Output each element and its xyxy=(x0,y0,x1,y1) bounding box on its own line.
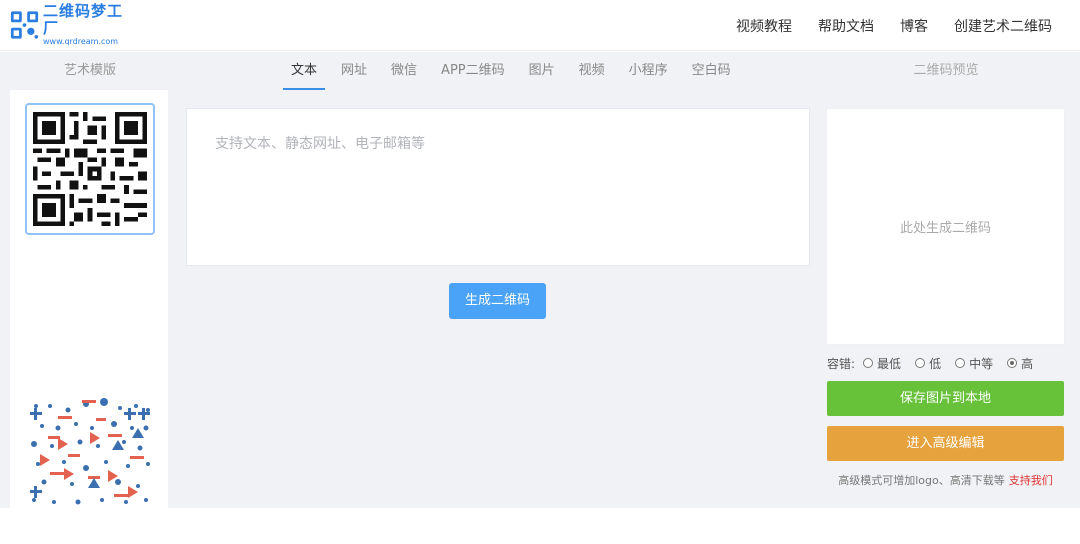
nav-help-docs[interactable]: 帮助文档 xyxy=(818,16,874,36)
qr-logo-icon xyxy=(10,11,39,39)
save-image-button[interactable]: 保存图片到本地 xyxy=(827,381,1064,416)
radio-selected-icon xyxy=(1007,358,1018,368)
preview-label: 二维码预览 xyxy=(913,63,979,78)
hint-text: 高级模式可增加logo、高清下载等 xyxy=(838,474,1005,487)
tab-video[interactable]: 视频 xyxy=(571,52,613,90)
advanced-hint: 高级模式可增加logo、高清下载等 支持我们 xyxy=(827,472,1064,488)
nav-video-tutorial[interactable]: 视频教程 xyxy=(736,16,792,36)
generate-qr-button[interactable]: 生成二维码 xyxy=(449,283,546,319)
radio-icon xyxy=(863,358,874,368)
art-template-label: 艺术模版 xyxy=(63,63,116,78)
ec-option-high[interactable]: 高 xyxy=(1007,355,1033,372)
tab-text[interactable]: 文本 xyxy=(283,52,326,90)
content-type-tabs: 文本 网址 微信 APP二维码 图片 视频 小程序 空白码 xyxy=(283,52,747,90)
radio-icon xyxy=(915,358,926,368)
main-area: 生成二维码 此处生成二维码 容错: 最低 低 中等 高 保存图片到本地 进入高级… xyxy=(0,90,1080,508)
qr-preview-box: 此处生成二维码 xyxy=(826,108,1065,345)
template-item-classic[interactable] xyxy=(25,103,155,235)
radio-icon xyxy=(955,358,966,368)
nav-blog[interactable]: 博客 xyxy=(900,16,928,36)
top-nav: 视频教程 帮助文档 博客 创建艺术二维码 xyxy=(736,0,1052,51)
tab-bar: 艺术模版 文本 网址 微信 APP二维码 图片 视频 小程序 空白码 二维码预览 xyxy=(0,52,1080,90)
tab-blank-code[interactable]: 空白码 xyxy=(684,52,739,90)
ec-option-label: 最低 xyxy=(877,356,902,371)
support-us-link[interactable]: 支持我们 xyxy=(1009,474,1053,487)
ec-option-label: 中等 xyxy=(969,356,994,371)
logo-url: www.qrdream.com xyxy=(43,37,119,46)
content-input-box xyxy=(186,108,810,266)
qr-code-icon xyxy=(33,112,147,226)
ec-option-low[interactable]: 低 xyxy=(915,355,941,372)
nav-create-art-qr[interactable]: 创建艺术二维码 xyxy=(954,16,1052,36)
art-qr-code-icon[interactable] xyxy=(28,398,152,508)
logo-title: 二维码梦工厂 xyxy=(43,2,124,37)
ec-option-lowest[interactable]: 最低 xyxy=(863,355,901,372)
ec-option-medium[interactable]: 中等 xyxy=(955,355,993,372)
error-correction-label: 容错: xyxy=(827,356,856,371)
advanced-edit-button[interactable]: 进入高级编辑 xyxy=(827,426,1064,461)
tab-wechat[interactable]: 微信 xyxy=(383,52,425,90)
top-header: 二维码梦工厂 www.qrdream.com 视频教程 帮助文档 博客 创建艺术… xyxy=(0,0,1080,51)
tab-mini-program[interactable]: 小程序 xyxy=(621,52,676,90)
ec-option-label: 高 xyxy=(1021,356,1034,371)
ec-option-label: 低 xyxy=(929,356,942,371)
preview-placeholder: 此处生成二维码 xyxy=(899,221,991,236)
site-logo[interactable]: 二维码梦工厂 www.qrdream.com xyxy=(10,3,130,46)
art-template-sidebar xyxy=(10,90,168,508)
tab-app-qr[interactable]: APP二维码 xyxy=(433,52,513,90)
error-correction-group: 容错: 最低 低 中等 高 xyxy=(827,354,1047,372)
content-textarea[interactable] xyxy=(187,109,809,265)
tab-url[interactable]: 网址 xyxy=(333,52,375,90)
tab-image[interactable]: 图片 xyxy=(521,52,563,90)
